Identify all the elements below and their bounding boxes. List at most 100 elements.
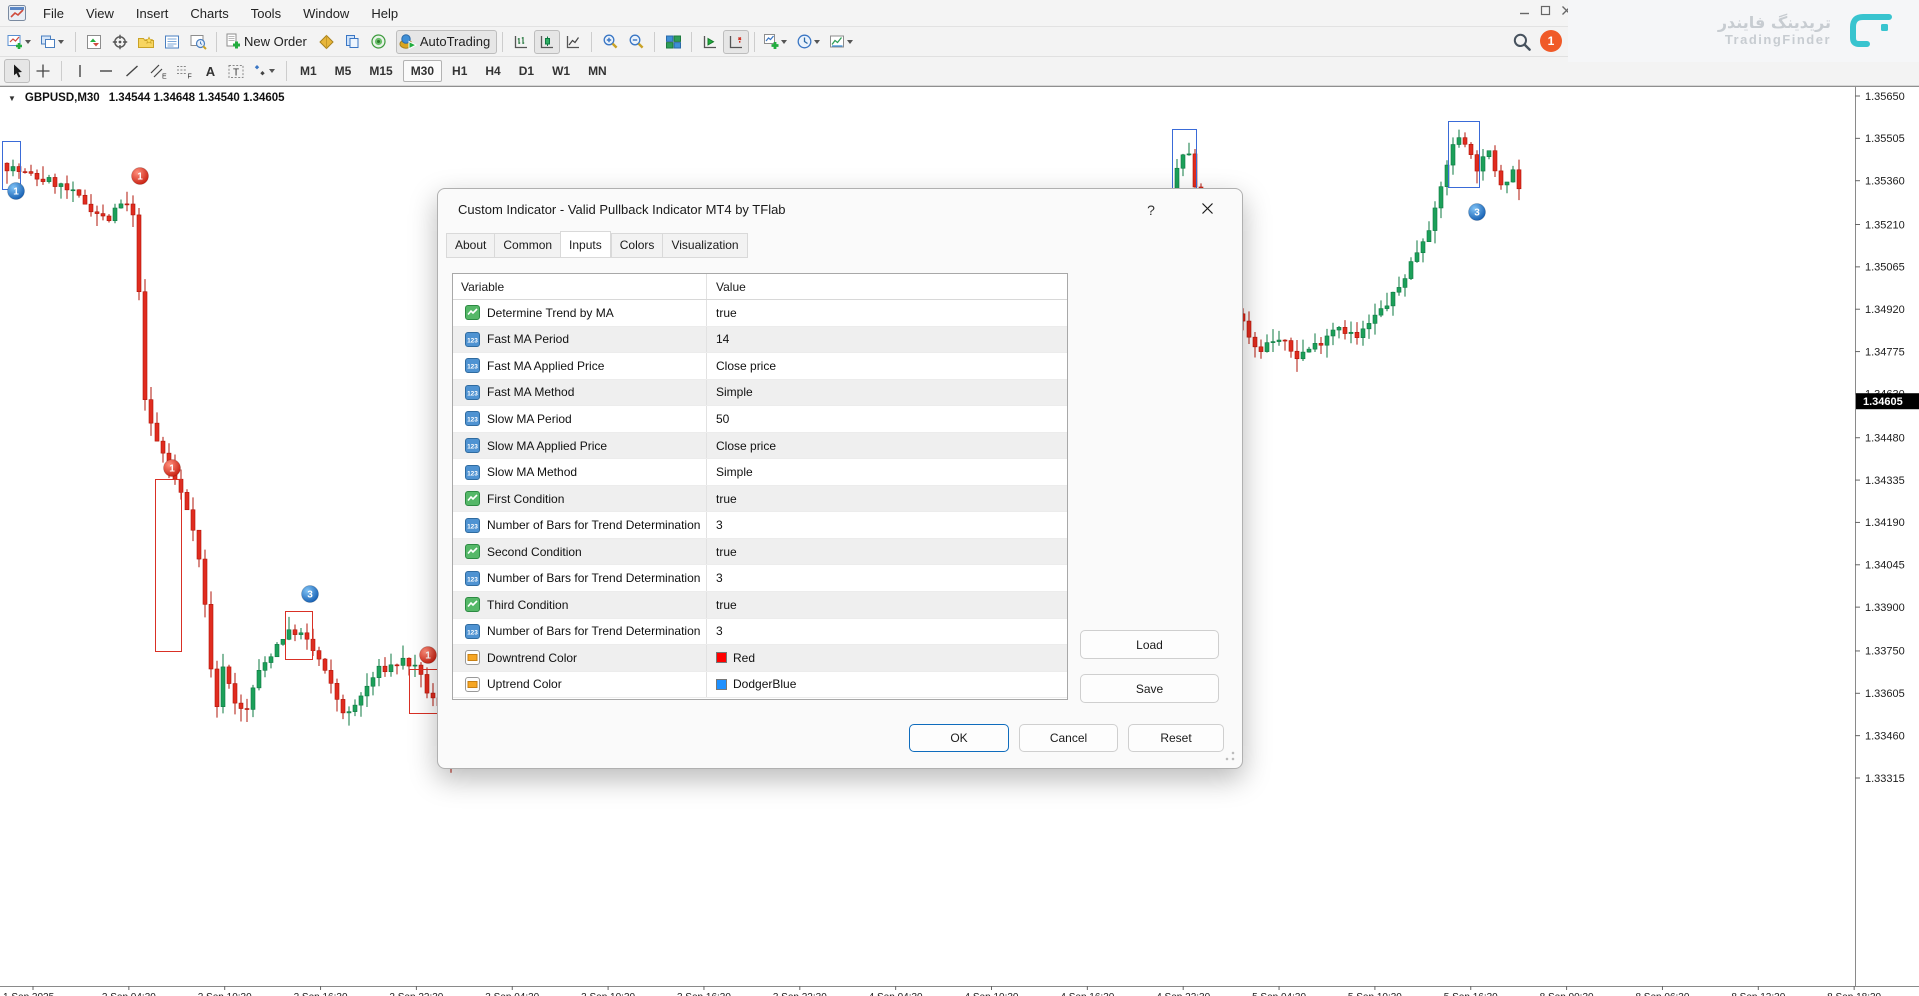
zoom-out-button[interactable] xyxy=(623,30,649,54)
menu-insert[interactable]: Insert xyxy=(125,2,180,25)
table-row[interactable]: 123Slow MA MethodSimple xyxy=(453,459,1067,486)
fibonacci-button[interactable]: F xyxy=(171,59,197,83)
periods-button[interactable] xyxy=(793,30,826,54)
row-value-cell[interactable]: 3 xyxy=(706,565,1067,591)
menu-charts[interactable]: Charts xyxy=(179,2,239,25)
table-row[interactable]: 123Fast MA Period14 xyxy=(453,327,1067,354)
table-row[interactable]: 123Slow MA Period50 xyxy=(453,406,1067,433)
table-row[interactable]: Third Conditiontrue xyxy=(453,592,1067,619)
news-button[interactable] xyxy=(366,30,392,54)
table-row[interactable]: 123Slow MA Applied PriceClose price xyxy=(453,433,1067,460)
profiles-button[interactable] xyxy=(37,30,70,54)
tab-visualization[interactable]: Visualization xyxy=(662,233,747,258)
table-row[interactable]: First Conditiontrue xyxy=(453,486,1067,513)
table-row[interactable]: Second Conditiontrue xyxy=(453,539,1067,566)
timeframe-M15[interactable]: M15 xyxy=(361,60,400,82)
mql5-community-button[interactable] xyxy=(340,30,366,54)
resize-grip[interactable] xyxy=(1225,751,1235,761)
new-chart-button[interactable] xyxy=(4,30,37,54)
metaeditor-button[interactable] xyxy=(314,30,340,54)
text-label-icon: T xyxy=(227,63,245,80)
data-window-button[interactable] xyxy=(107,30,133,54)
menu-window[interactable]: Window xyxy=(292,2,360,25)
timeframe-M5[interactable]: M5 xyxy=(327,60,360,82)
tab-common[interactable]: Common xyxy=(494,233,560,258)
timeframe-W1[interactable]: W1 xyxy=(544,60,578,82)
terminal-button[interactable] xyxy=(159,30,185,54)
vertical-line-button[interactable] xyxy=(67,59,93,83)
load-button[interactable]: Load xyxy=(1080,630,1219,659)
autotrading-button[interactable]: AutoTrading xyxy=(396,30,497,54)
chart-shift-button[interactable] xyxy=(723,30,749,54)
menu-tools[interactable]: Tools xyxy=(240,2,292,25)
dialog-titlebar[interactable]: Custom Indicator - Valid Pullback Indica… xyxy=(438,189,1242,231)
templates-button[interactable] xyxy=(826,30,859,54)
row-value-cell[interactable]: Close price xyxy=(706,353,1067,379)
candlestick-chart-button[interactable] xyxy=(534,30,560,54)
tile-windows-button[interactable] xyxy=(660,30,686,54)
timeframe-H4[interactable]: H4 xyxy=(477,60,508,82)
navigator-button[interactable] xyxy=(133,30,159,54)
zoom-in-button[interactable] xyxy=(597,30,623,54)
arrows-button[interactable] xyxy=(249,59,281,83)
row-value-cell[interactable]: DodgerBlue xyxy=(706,672,1067,698)
indicators-button[interactable] xyxy=(760,30,793,54)
table-row[interactable]: 123Fast MA MethodSimple xyxy=(453,380,1067,407)
equidistant-channel-button[interactable]: E xyxy=(145,59,171,83)
chart-menu-arrow-icon[interactable]: ▼ xyxy=(8,94,16,103)
row-value-cell[interactable]: Simple xyxy=(706,459,1067,485)
svg-text:1.33750: 1.33750 xyxy=(1865,646,1905,658)
timeframe-M30[interactable]: M30 xyxy=(403,60,442,82)
table-row[interactable]: Downtrend ColorRed xyxy=(453,645,1067,672)
row-value-cell[interactable]: 3 xyxy=(706,512,1067,538)
table-row[interactable]: 123Fast MA Applied PriceClose price xyxy=(453,353,1067,380)
table-row[interactable]: Uptrend ColorDodgerBlue xyxy=(453,672,1067,699)
search-icon[interactable] xyxy=(1512,32,1532,52)
timeframe-H1[interactable]: H1 xyxy=(444,60,475,82)
auto-scroll-button[interactable] xyxy=(697,30,723,54)
row-value-cell[interactable]: true xyxy=(706,592,1067,618)
row-value-cell[interactable]: true xyxy=(706,300,1067,326)
row-value-cell[interactable]: 3 xyxy=(706,619,1067,645)
text-button[interactable]: A xyxy=(197,59,223,83)
bar-chart-button[interactable] xyxy=(508,30,534,54)
crosshair-button[interactable] xyxy=(30,59,56,83)
table-row[interactable]: Determine Trend by MAtrue xyxy=(453,300,1067,327)
table-row[interactable]: 123Number of Bars for Trend Determinatio… xyxy=(453,619,1067,646)
close-button[interactable] xyxy=(1194,198,1220,222)
market-watch-button[interactable] xyxy=(81,30,107,54)
save-button[interactable]: Save xyxy=(1080,674,1219,703)
restore-icon[interactable] xyxy=(1539,4,1552,17)
table-row[interactable]: 123Number of Bars for Trend Determinatio… xyxy=(453,565,1067,592)
cursor-button[interactable] xyxy=(4,59,30,83)
timeframe-M1[interactable]: M1 xyxy=(292,60,325,82)
row-value-cell[interactable]: true xyxy=(706,539,1067,565)
minimize-icon[interactable] xyxy=(1518,4,1531,17)
row-value-cell[interactable]: Simple xyxy=(706,380,1067,406)
ok-button[interactable]: OK xyxy=(909,724,1009,752)
row-value-cell[interactable]: 50 xyxy=(706,406,1067,432)
text-label-button[interactable]: T xyxy=(223,59,249,83)
menu-view[interactable]: View xyxy=(75,2,125,25)
tab-colors[interactable]: Colors xyxy=(611,233,663,258)
line-chart-button[interactable] xyxy=(560,30,586,54)
notification-badge[interactable]: 1 xyxy=(1540,30,1562,52)
trendline-button[interactable] xyxy=(119,59,145,83)
row-value-cell[interactable]: Close price xyxy=(706,433,1067,459)
tab-inputs[interactable]: Inputs xyxy=(560,231,611,258)
menu-file[interactable]: File xyxy=(32,2,75,25)
row-value-cell[interactable]: Red xyxy=(706,645,1067,671)
strategy-tester-button[interactable] xyxy=(185,30,211,54)
row-value-cell[interactable]: 14 xyxy=(706,327,1067,353)
row-value-cell[interactable]: true xyxy=(706,486,1067,512)
new-order-button[interactable]: New Order xyxy=(222,30,314,54)
tab-about[interactable]: About xyxy=(446,233,494,258)
menu-help[interactable]: Help xyxy=(360,2,409,25)
timeframe-MN[interactable]: MN xyxy=(580,60,615,82)
cancel-button[interactable]: Cancel xyxy=(1019,724,1118,752)
table-row[interactable]: 123Number of Bars for Trend Determinatio… xyxy=(453,512,1067,539)
reset-button[interactable]: Reset xyxy=(1128,724,1224,752)
help-button[interactable]: ? xyxy=(1140,199,1162,221)
horizontal-line-button[interactable] xyxy=(93,59,119,83)
timeframe-D1[interactable]: D1 xyxy=(511,60,542,82)
